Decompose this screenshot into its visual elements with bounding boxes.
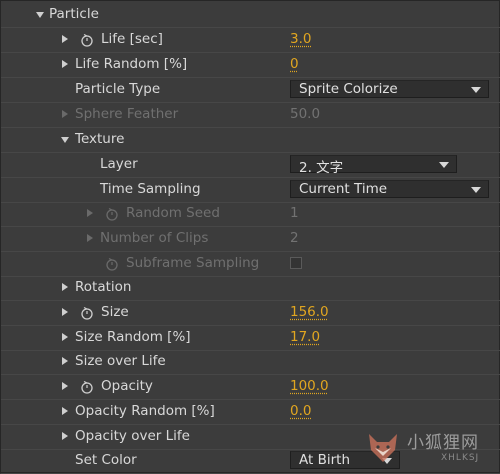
opacity-row: Opacity 100.0 — [1, 375, 500, 400]
twisty-closed-icon — [87, 234, 93, 242]
twisty-closed-icon[interactable] — [62, 333, 68, 341]
twisty-closed-icon[interactable] — [62, 283, 68, 291]
subframe-sampling-row: Subframe Sampling — [1, 252, 500, 277]
dropdown-arrow-icon — [471, 187, 481, 193]
size-random-row: Size Random [%] 17.0 — [1, 326, 500, 351]
set-color-label: Set Color — [75, 452, 137, 468]
time-sampling-label: Time Sampling — [100, 181, 201, 197]
twisty-closed-icon[interactable] — [62, 35, 68, 43]
set-color-value: At Birth — [299, 452, 350, 468]
rotation-row[interactable]: Rotation — [1, 276, 500, 301]
stopwatch-icon[interactable] — [80, 33, 94, 47]
particle-type-value: Sprite Colorize — [299, 81, 398, 97]
layer-label: Layer — [100, 156, 138, 172]
particle-group-header[interactable]: Particle — [1, 3, 500, 28]
twisty-closed-icon — [87, 209, 93, 217]
number-of-clips-row: Number of Clips 2 — [1, 227, 500, 252]
opacity-label: Opacity — [101, 378, 153, 394]
layer-dropdown[interactable]: 2. 文字 — [290, 155, 457, 176]
twisty-closed-icon[interactable] — [62, 308, 68, 316]
sphere-feather-label: Sphere Feather — [75, 106, 179, 122]
watermark-text: 小狐狸网 — [407, 433, 479, 453]
particle-type-label: Particle Type — [75, 81, 161, 97]
size-over-life-label: Size over Life — [75, 353, 166, 369]
watermark-subtext: XHLKSJ — [441, 453, 480, 463]
subframe-sampling-label: Subframe Sampling — [126, 255, 260, 271]
stopwatch-icon[interactable] — [80, 306, 94, 320]
twisty-closed-icon[interactable] — [62, 60, 68, 68]
subframe-sampling-checkbox[interactable] — [290, 257, 302, 269]
opacity-random-value[interactable]: 0.0 — [290, 403, 311, 419]
stopwatch-icon — [106, 207, 118, 221]
twisty-closed-icon — [62, 110, 68, 118]
life-random-label: Life Random [%] — [75, 56, 188, 72]
particle-type-dropdown[interactable]: Sprite Colorize — [290, 80, 489, 98]
stopwatch-icon — [106, 257, 118, 271]
size-over-life-row[interactable]: Size over Life — [1, 350, 500, 375]
size-random-value[interactable]: 17.0 — [290, 329, 320, 345]
opacity-random-row: Opacity Random [%] 0.0 — [1, 400, 500, 425]
effect-controls-panel: Particle Life [sec] 3.0 Life Random [%] … — [0, 0, 500, 474]
random-seed-label: Random Seed — [126, 205, 220, 221]
sphere-feather-value: 50.0 — [290, 106, 321, 122]
size-random-label: Size Random [%] — [75, 329, 191, 345]
time-sampling-value: Current Time — [299, 181, 388, 197]
twisty-open-icon[interactable] — [61, 137, 69, 143]
size-label: Size — [101, 304, 129, 320]
life-value[interactable]: 3.0 — [290, 31, 311, 47]
layer-value: 2. 文字 — [299, 160, 344, 176]
opacity-over-life-label: Opacity over Life — [75, 428, 190, 444]
stopwatch-icon[interactable] — [80, 380, 94, 394]
rotation-label: Rotation — [75, 279, 132, 295]
fox-logo-icon — [369, 434, 397, 462]
size-row: Size 156.0 — [1, 301, 500, 326]
time-sampling-dropdown[interactable]: Current Time — [290, 180, 489, 198]
layer-row: Layer 2. 文字 — [1, 153, 500, 178]
sphere-feather-row: Sphere Feather 50.0 — [1, 103, 500, 128]
twisty-closed-icon[interactable] — [62, 432, 68, 440]
number-of-clips-label: Number of Clips — [100, 230, 209, 246]
life-label: Life [sec] — [101, 31, 163, 47]
watermark: 小狐狸网 XHLKSJ — [359, 424, 499, 472]
dropdown-arrow-icon — [439, 162, 449, 168]
life-random-value[interactable]: 0 — [290, 56, 299, 72]
twisty-closed-icon[interactable] — [62, 382, 68, 390]
twisty-open-icon[interactable] — [36, 12, 44, 18]
size-value[interactable]: 156.0 — [290, 304, 329, 320]
opacity-value[interactable]: 100.0 — [290, 378, 329, 394]
dropdown-arrow-icon — [471, 87, 481, 93]
twisty-closed-icon[interactable] — [62, 407, 68, 415]
particle-label: Particle — [49, 6, 99, 22]
number-of-clips-value: 2 — [290, 230, 299, 246]
random-seed-row: Random Seed 1 — [1, 202, 500, 227]
texture-group-header[interactable]: Texture — [1, 128, 500, 153]
time-sampling-row: Time Sampling Current Time — [1, 178, 500, 203]
life-row: Life [sec] 3.0 — [1, 28, 500, 53]
opacity-random-label: Opacity Random [%] — [75, 403, 215, 419]
twisty-closed-icon[interactable] — [62, 357, 68, 365]
particle-type-row: Particle Type Sprite Colorize — [1, 78, 500, 103]
texture-label: Texture — [75, 131, 125, 147]
life-random-row: Life Random [%] 0 — [1, 53, 500, 78]
random-seed-value: 1 — [290, 205, 299, 221]
